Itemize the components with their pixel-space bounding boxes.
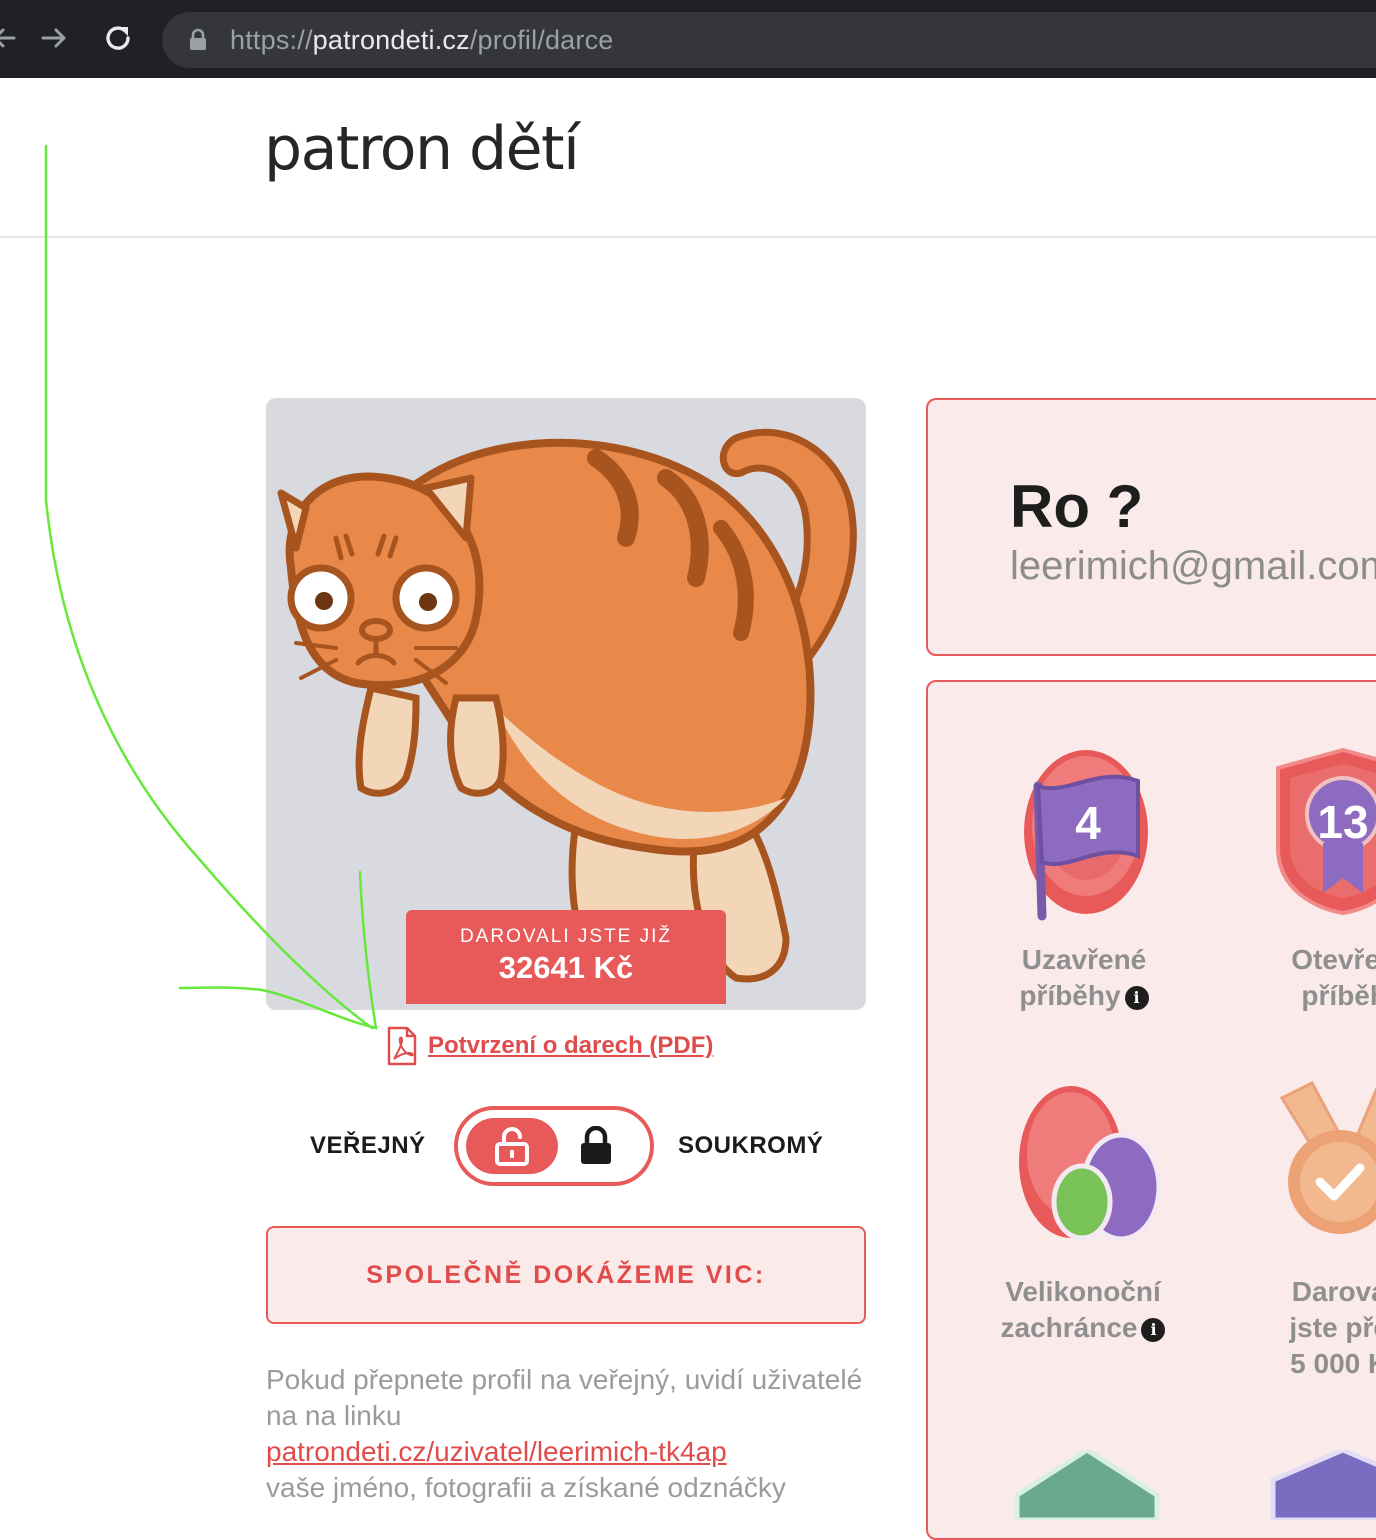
url-text: https://patrondeti.cz/profil/darce xyxy=(230,24,614,55)
open-stories-caption: Otevřené příběhy xyxy=(1291,944,1376,1011)
unlocked-padlock-icon xyxy=(495,1127,529,1166)
donated-over-caption: Darovali jste přes 5 000 Kč xyxy=(1289,1276,1376,1379)
open-stories-badge-icon: 13 xyxy=(1276,748,1376,916)
profile-name: Ro ? xyxy=(1010,473,1144,540)
padlock-icon xyxy=(581,1126,611,1164)
back-button[interactable] xyxy=(0,18,24,58)
public-label: VEŘEJNÝ xyxy=(310,1132,426,1159)
public-profile-info: Pokud přepnete profil na veřejný, uvidí … xyxy=(266,1362,886,1506)
public-profile-link[interactable]: patrondeti.cz/uzivatel/leerimich-tk4ap xyxy=(266,1436,727,1467)
profile-email: leerimich@gmail.com xyxy=(1010,544,1376,588)
toggle-option-private[interactable] xyxy=(576,1126,616,1166)
pdf-link-label: Potvrzení o darech (PDF) xyxy=(428,1032,714,1059)
private-label: SOUKROMÝ xyxy=(678,1132,824,1159)
reload-icon xyxy=(106,26,130,50)
forward-button[interactable] xyxy=(34,18,74,58)
easter-eggs-badge-icon xyxy=(1019,1086,1162,1242)
site-header: patron dětí xyxy=(0,78,1376,238)
info-text-outro: vaše jméno, fotografii a získané odznáčk… xyxy=(266,1472,786,1503)
badges-card: 4 Uzavřené příběhyi 13 Otevřené příběhy xyxy=(926,680,1376,1540)
pdf-confirmation-link[interactable]: Potvrzení o darech (PDF) xyxy=(386,1024,713,1068)
browser-toolbar: https://patrondeti.cz/profil/darce xyxy=(0,0,1376,78)
closed-stories-badge-icon: 4 xyxy=(1024,750,1148,921)
open-stories-count: 13 xyxy=(1317,796,1368,848)
medal-badge-icon xyxy=(1279,1081,1376,1234)
address-bar[interactable]: https://patrondeti.cz/profil/darce xyxy=(162,12,1376,68)
closed-stories-count: 4 xyxy=(1075,797,1101,849)
reload-button[interactable] xyxy=(98,18,138,58)
profile-card: Ro ? leerimich@gmail.com xyxy=(926,398,1376,656)
info-text-intro: Pokud přepnete profil na veřejný, uvidí … xyxy=(266,1364,863,1431)
info-icon[interactable]: i xyxy=(1124,985,1149,1010)
donation-total-label: DAROVALI JSTE JIŽ xyxy=(459,926,673,947)
forward-arrow-icon xyxy=(41,28,66,48)
toggle-knob-public[interactable] xyxy=(466,1118,558,1174)
closed-stories-caption: Uzavřené příběhy i xyxy=(1004,942,1164,1014)
site-logo[interactable]: patron dětí xyxy=(264,114,580,184)
lock-icon xyxy=(190,28,206,50)
info-icon[interactable]: i xyxy=(1141,1317,1166,1342)
together-we-can-box[interactable]: SPOLEČNĚ DOKÁŽEME VIC: xyxy=(266,1226,866,1324)
privacy-toggle[interactable] xyxy=(454,1106,654,1186)
easter-savior-caption: Velikonoční zachránce i xyxy=(988,1274,1178,1346)
donation-total-amount: 32641 Kč xyxy=(498,950,634,985)
pdf-file-icon xyxy=(387,1026,417,1066)
back-arrow-icon xyxy=(0,28,16,48)
donation-total-badge: DAROVALI JSTE JIŽ 32641 Kč xyxy=(406,910,726,1004)
privacy-toggle-row: VEŘEJNÝ SOUKROMÝ xyxy=(266,1106,866,1186)
